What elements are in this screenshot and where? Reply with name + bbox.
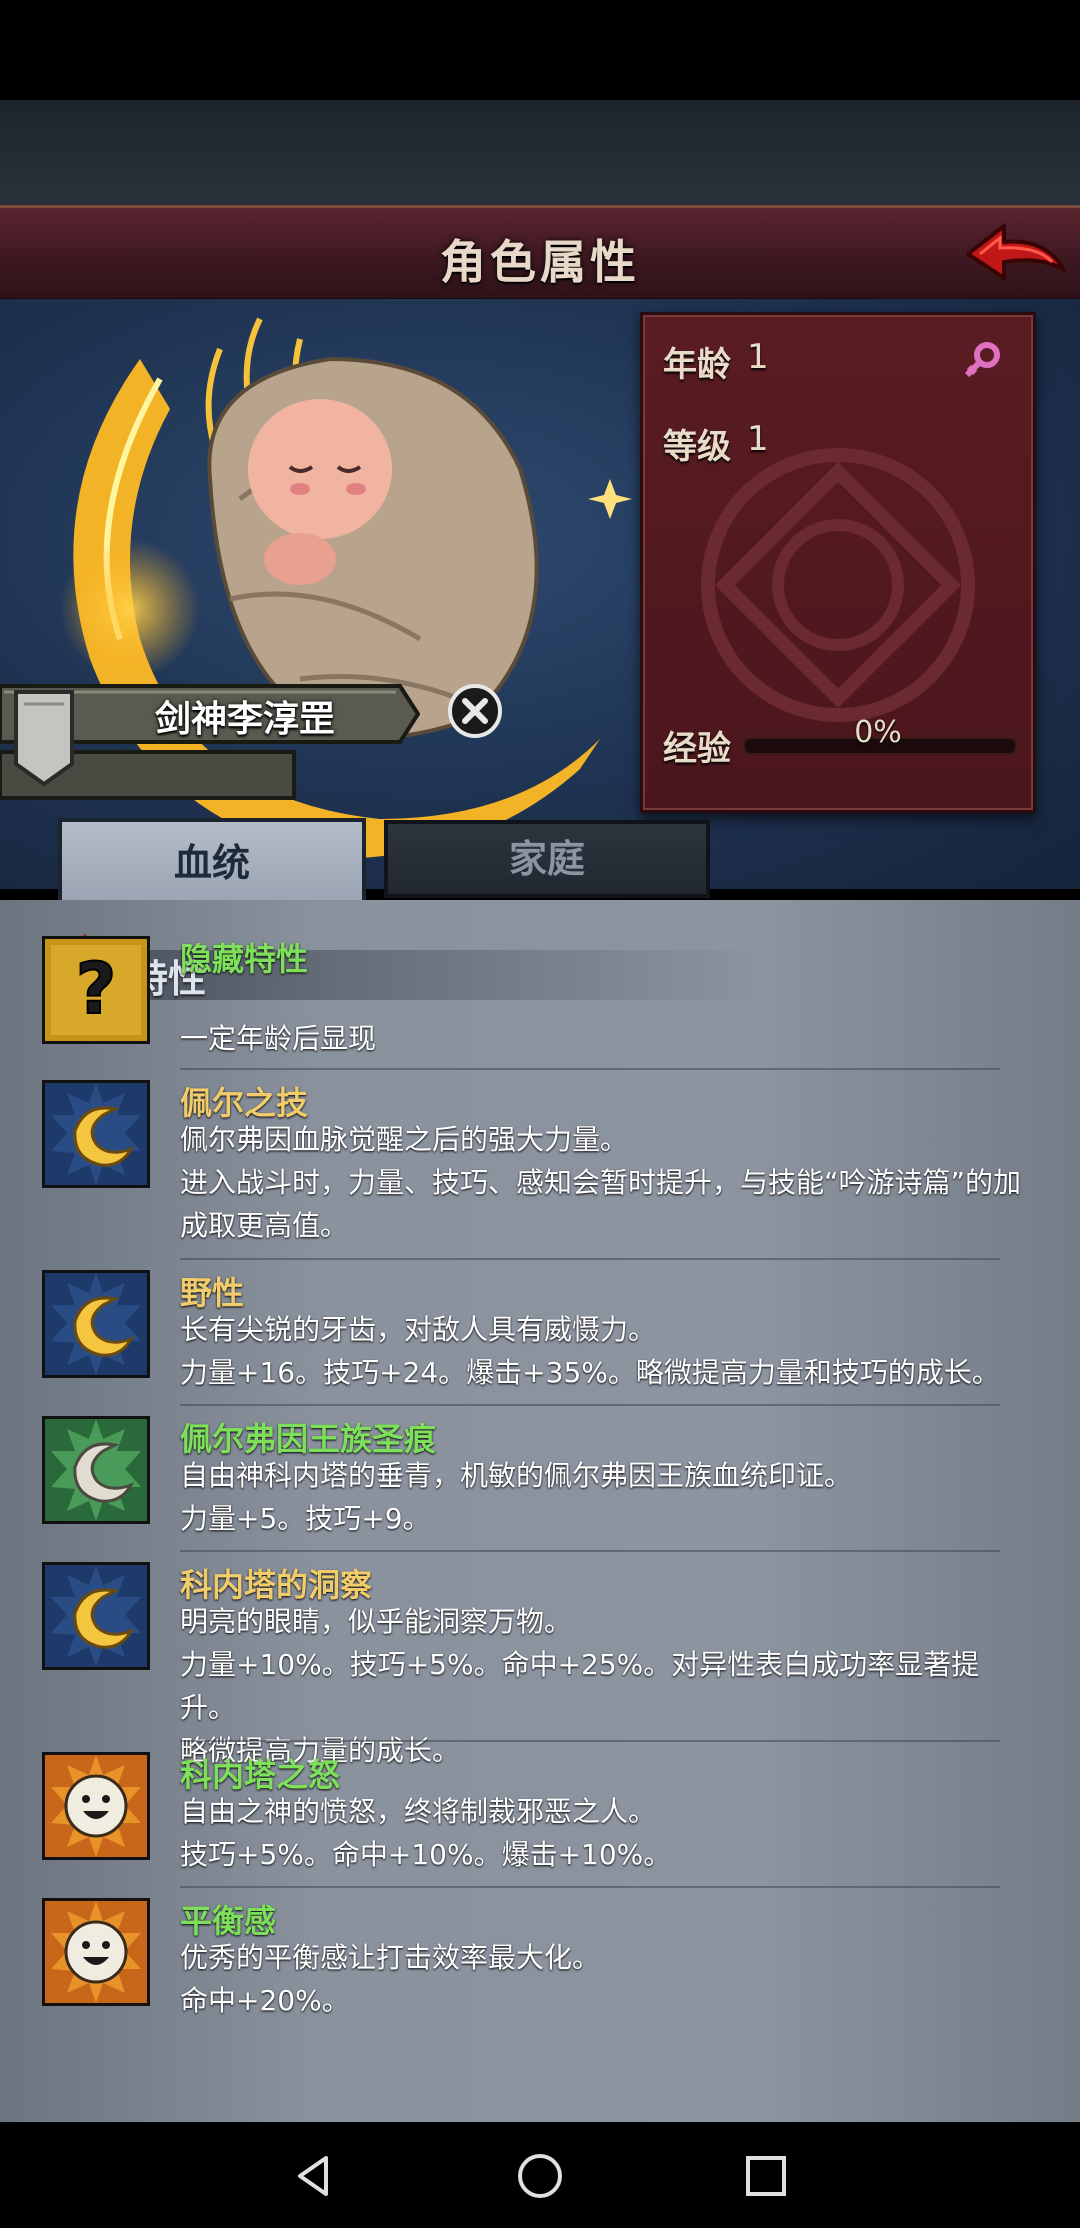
divider: [180, 1068, 1000, 1070]
sun-face-icon[interactable]: [42, 1752, 150, 1860]
back-arrow-icon[interactable]: [960, 216, 1070, 292]
moon-icon[interactable]: [42, 1562, 150, 1670]
tab-bloodline[interactable]: 血统: [58, 818, 366, 904]
stats-panel: 年龄 1 等级 1 经验 0%: [640, 312, 1036, 813]
divider: [180, 1886, 1000, 1888]
trait-description: 自由神科内塔的垂青，机敏的佩尔弗因王族血统印证。 力量+5。技巧+9。: [180, 1454, 1030, 1540]
trait-description-line: 力量+16。技巧+24。爆击+35%。略微提高力量和技巧的成长。: [180, 1356, 1000, 1389]
question-icon[interactable]: ?: [42, 936, 150, 1044]
divider: [180, 1258, 1000, 1260]
trait-description-line: 命中+20%。: [180, 1984, 350, 2017]
divider: [180, 1404, 1000, 1406]
back-nav-icon[interactable]: [288, 2150, 340, 2202]
age-label: 年龄: [663, 345, 731, 385]
trait-description-line: 一定年龄后显现: [180, 1022, 377, 1055]
exp-value: 0%: [854, 715, 902, 750]
recents-icon[interactable]: [740, 2150, 792, 2202]
trait-description: 长有尖锐的牙齿，对敌人具有威慑力。力量+16。技巧+24。爆击+35%。略微提高…: [180, 1308, 1030, 1394]
age-value: 1: [747, 337, 769, 377]
exp-label: 经验: [663, 729, 731, 769]
trait-description-line: 力量+10%。技巧+5%。命中+25%。对异性表白成功率显著提升。: [180, 1648, 980, 1724]
trait-description: 明亮的眼睛，似乎能洞察万物。力量+10%。技巧+5%。命中+25%。对异性表白成…: [180, 1600, 1030, 1772]
level-value: 1: [747, 419, 769, 459]
status-bar: [0, 0, 1080, 100]
shield-badge-icon: [14, 690, 74, 787]
tab-family[interactable]: 家庭: [384, 820, 710, 898]
trait-description-line: 进入战斗时，力量、技巧、感知会暂时提升，与技能“吟游诗篇”的加: [180, 1166, 1022, 1199]
trait-description-line: 技巧+5%。命中+10%。爆击+10%。: [180, 1838, 672, 1871]
trait-description-line: 自由之神的愤怒，终将制裁邪恶之人。: [180, 1795, 657, 1828]
trait-description-line: 长有尖锐的牙齿，对敌人具有威慑力。: [180, 1313, 657, 1346]
moon-icon[interactable]: [42, 1080, 150, 1188]
traits-panel: 特性 ? 隐藏特性 一定年龄后显现 佩尔之技 佩尔弗因血脉觉醒之后的强大力量。 进入战斗时…: [0, 900, 1080, 2122]
character-name: 剑神李淳罡: [154, 699, 335, 740]
svg-text:?: ?: [76, 948, 117, 1030]
trait-description-line: 力量+5。技巧+9。: [180, 1502, 431, 1535]
title-bar: 角色属性: [0, 205, 1080, 302]
female-icon: [964, 342, 1000, 378]
moon-icon[interactable]: [42, 1270, 150, 1378]
top-band: [0, 100, 1080, 205]
trait-description-line: 明亮的眼睛，似乎能洞察万物。: [180, 1605, 573, 1638]
trait-description: 自由之神的愤怒，终将制裁邪恶之人。 技巧+5%。命中+10%。爆击+10%。: [180, 1790, 1030, 1876]
trait-description: 佩尔弗因血脉觉醒之后的强大力量。进入战斗时，力量、技巧、感知会暂时提升，与技能“…: [180, 1118, 1030, 1247]
close-icon[interactable]: [447, 683, 503, 739]
trait-description-line: 优秀的平衡感让打击效率最大化。: [180, 1941, 601, 1974]
page-title: 角色属性: [440, 235, 640, 289]
trait-description: 一定年龄后显现: [180, 974, 1030, 1060]
divider: [180, 1740, 1000, 1742]
home-icon[interactable]: [514, 2150, 566, 2202]
trait-description-line: [180, 974, 1030, 1017]
level-label: 等级: [663, 427, 731, 467]
celtic-knot-icon: [701, 448, 975, 722]
divider: [180, 1550, 1000, 1552]
trait-description-line: 成取更高值。: [180, 1209, 349, 1242]
trait-description: 优秀的平衡感让打击效率最大化。 命中+20%。: [180, 1936, 1030, 2022]
trait-description-line: 自由神科内塔的垂青，机敏的佩尔弗因王族血统印证。: [180, 1459, 853, 1492]
trait-description-line: 佩尔弗因血脉觉醒之后的强大力量。: [180, 1123, 629, 1156]
moon-green-icon[interactable]: [42, 1416, 150, 1524]
sun-face-icon[interactable]: [42, 1898, 150, 2006]
navigation-bar: [0, 2122, 1080, 2228]
